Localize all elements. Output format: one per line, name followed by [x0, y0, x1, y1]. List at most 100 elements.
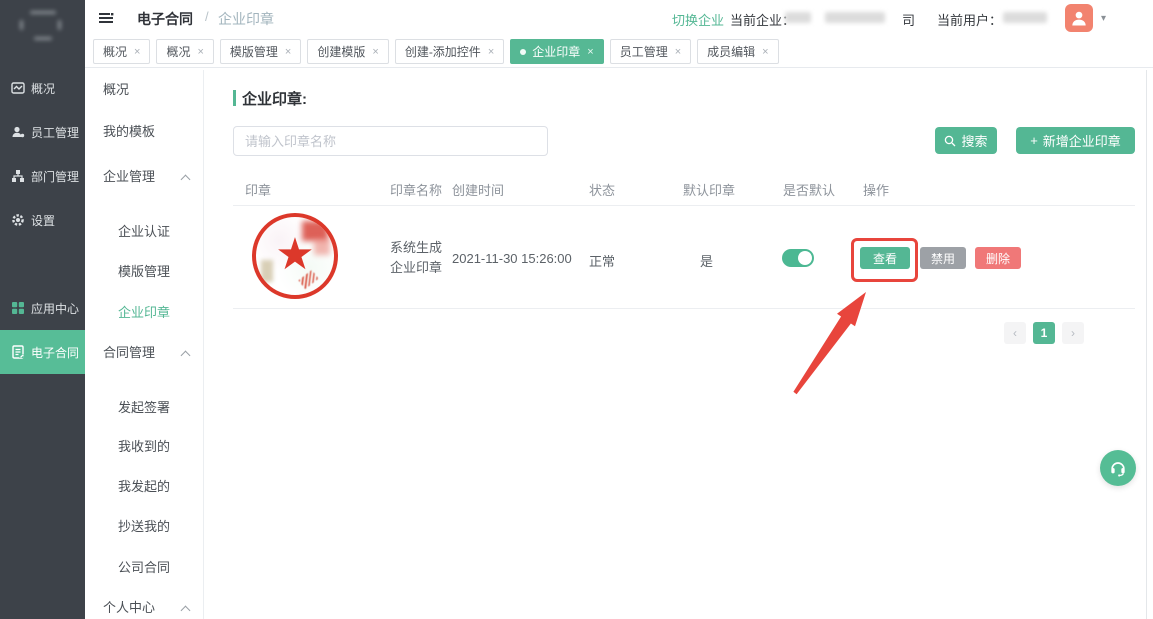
col-header-seal-name: 印章名称	[390, 180, 442, 199]
sidebar-item-label: 应用中心	[31, 300, 79, 317]
plus-icon: +	[1030, 133, 1038, 148]
switch-company-link[interactable]: 切换企业	[672, 10, 724, 29]
user-menu-caret-icon[interactable]: ▾	[1101, 13, 1106, 24]
secondary-sidebar: 概况 我的模板 企业管理 企业认证 模版管理 企业印章 合同管理 发起签署 我收…	[85, 70, 204, 619]
sidebar-item-e-contract[interactable]: 电子合同	[0, 330, 85, 374]
breadcrumb-app[interactable]: 电子合同	[137, 9, 193, 29]
content-edge-divider	[1146, 70, 1147, 619]
pagination-prev-button[interactable]: ‹	[1004, 322, 1026, 344]
headset-icon	[1108, 458, 1128, 478]
company-name-suffix: 司	[902, 10, 915, 29]
cell-status: 正常	[589, 251, 615, 270]
apps-grid-icon	[11, 301, 25, 315]
tab-overview-2[interactable]: 概况×	[156, 39, 213, 64]
tab-overview-1[interactable]: 概况×	[93, 39, 150, 64]
redacted-user-name	[1003, 12, 1047, 23]
close-icon[interactable]: ×	[197, 46, 203, 58]
app-logo	[0, 0, 85, 64]
view-button[interactable]: 查看	[860, 247, 910, 269]
sidebar-item-employees[interactable]: 员工管理	[0, 110, 85, 154]
menu-fold-icon[interactable]	[98, 11, 114, 30]
active-tab-dot-icon	[520, 49, 526, 55]
contract-doc-icon	[11, 345, 25, 359]
menu-group-enterprise-mgmt[interactable]: 企业管理	[85, 167, 203, 187]
close-icon[interactable]: ×	[134, 46, 140, 58]
close-icon[interactable]: ×	[675, 46, 681, 58]
menu-group-personal-center[interactable]: 个人中心	[85, 598, 203, 618]
section-title-accent-bar	[233, 90, 236, 106]
top-header: 电子合同 / 企业印章 切换企业 当前企业： 司 当前用户： ▾	[85, 0, 1153, 36]
delete-button[interactable]: 删除	[975, 247, 1021, 269]
sidebar-item-label: 设置	[31, 212, 55, 229]
close-icon[interactable]: ×	[762, 46, 768, 58]
gear-icon	[11, 213, 25, 227]
person-icon	[1069, 8, 1089, 28]
col-header-is-default: 是否默认	[783, 180, 835, 199]
menu-item-company-contracts[interactable]: 公司合同	[85, 558, 203, 578]
primary-sidebar: 概况 员工管理 部门管理 设置 应用中心 电子合同	[0, 0, 85, 619]
menu-item-initiate-sign[interactable]: 发起签署	[85, 398, 203, 418]
tab-strip: 概况× 概况× 模版管理× 创建模版× 创建-添加控件× 企业印章× 员工管理×…	[85, 36, 1153, 68]
sidebar-item-overview[interactable]: 概况	[0, 66, 85, 110]
main-content: 企业印章: 搜索 + 新增企业印章 印章 印章名称 创建时间 状态 默认印章 是…	[205, 68, 1153, 619]
menu-item-overview[interactable]: 概况	[85, 80, 203, 100]
tab-member-edit[interactable]: 成员编辑×	[697, 39, 778, 64]
sidebar-item-label: 电子合同	[31, 344, 79, 361]
menu-item-received[interactable]: 我收到的	[85, 437, 203, 457]
close-icon[interactable]: ×	[372, 46, 378, 58]
current-user-label: 当前用户：	[937, 10, 1002, 29]
close-icon[interactable]: ×	[285, 46, 291, 58]
tab-employee-mgmt[interactable]: 员工管理×	[610, 39, 691, 64]
menu-item-enterprise-seal[interactable]: 企业印章	[85, 303, 203, 323]
cell-is-default: 是	[700, 251, 713, 270]
sidebar-item-departments[interactable]: 部门管理	[0, 154, 85, 198]
default-seal-toggle[interactable]	[782, 249, 814, 267]
table-header-divider	[233, 205, 1135, 206]
pagination-next-button[interactable]: ›	[1062, 322, 1084, 344]
cell-seal-name: 系统生成企业印章	[390, 238, 450, 278]
sidebar-item-label: 员工管理	[31, 124, 79, 141]
sidebar-item-label: 概况	[31, 80, 55, 97]
departments-icon	[11, 169, 25, 183]
page-title: 企业印章:	[242, 88, 307, 109]
company-seal-image: ★	[252, 213, 338, 299]
close-icon[interactable]: ×	[488, 46, 494, 58]
col-header-seal: 印章	[245, 180, 271, 199]
sidebar-item-app-center[interactable]: 应用中心	[0, 286, 85, 330]
customer-service-button[interactable]	[1100, 450, 1136, 486]
pagination-page-1[interactable]: 1	[1033, 322, 1055, 344]
collapse-icon	[182, 174, 189, 181]
collapse-icon	[182, 605, 189, 612]
add-enterprise-seal-button[interactable]: + 新增企业印章	[1016, 127, 1135, 154]
menu-item-template-mgmt[interactable]: 模版管理	[85, 262, 203, 282]
menu-item-cc-me[interactable]: 抄送我的	[85, 517, 203, 537]
menu-item-enterprise-auth[interactable]: 企业认证	[85, 222, 203, 242]
search-icon	[944, 135, 956, 147]
tab-template-mgmt[interactable]: 模版管理×	[220, 39, 301, 64]
user-avatar[interactable]	[1065, 4, 1093, 32]
col-header-default-seal: 默认印章	[683, 180, 735, 199]
close-icon[interactable]: ×	[587, 46, 593, 58]
col-header-status: 状态	[589, 180, 615, 199]
cell-created-time: 2021-11-30 15:26:00	[452, 251, 572, 266]
menu-item-my-templates[interactable]: 我的模板	[85, 122, 203, 142]
collapse-icon	[182, 350, 189, 357]
table-row-divider	[233, 308, 1135, 309]
tab-create-template[interactable]: 创建模版×	[307, 39, 388, 64]
tab-enterprise-seal[interactable]: 企业印章×	[510, 39, 603, 64]
breadcrumb-current: 企业印章	[218, 9, 274, 29]
sidebar-item-settings[interactable]: 设置	[0, 198, 85, 242]
sidebar-item-label: 部门管理	[31, 168, 79, 185]
menu-group-contract-mgmt[interactable]: 合同管理	[85, 343, 203, 363]
breadcrumb-separator: /	[205, 9, 209, 24]
redacted-company-name	[785, 12, 811, 23]
menu-item-initiated[interactable]: 我发起的	[85, 477, 203, 497]
col-header-created-time: 创建时间	[452, 180, 504, 199]
redacted-company-name	[825, 12, 885, 23]
seal-name-search-input[interactable]	[233, 126, 548, 156]
employees-icon	[11, 125, 25, 139]
tab-create-add-controls[interactable]: 创建-添加控件×	[395, 39, 504, 64]
search-button[interactable]: 搜索	[935, 127, 997, 154]
overview-icon	[11, 81, 25, 95]
disable-button[interactable]: 禁用	[920, 247, 966, 269]
